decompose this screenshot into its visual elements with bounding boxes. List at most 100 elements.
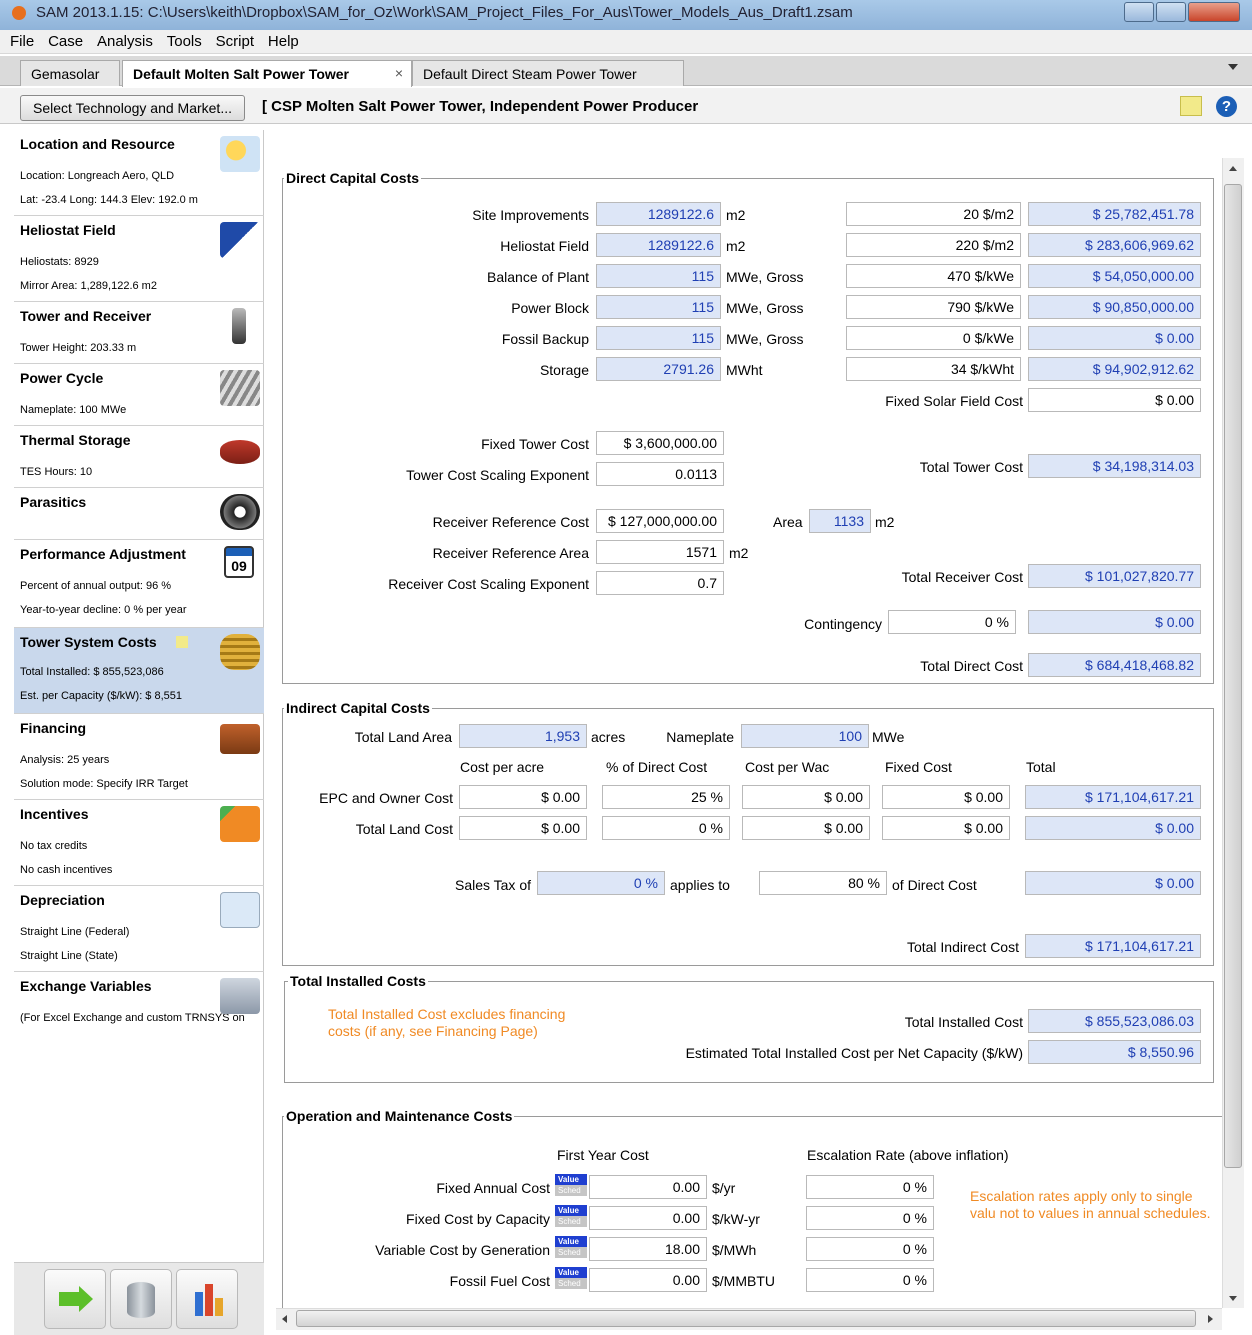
fixed-tower-cost-input[interactable]: $ 3,600,000.00 bbox=[596, 431, 724, 455]
sidebar-item-detail: Percent of annual output: 96 % bbox=[20, 580, 172, 592]
results-button[interactable] bbox=[176, 1269, 238, 1329]
tab-gemasolar[interactable]: Gemasolar bbox=[20, 60, 120, 86]
epc-fixed-cost-input[interactable]: $ 0.00 bbox=[882, 785, 1010, 809]
fixed-cost-by-capacity-escalation-input[interactable]: 0 % bbox=[806, 1206, 934, 1230]
land-cost-per-acre-input[interactable]: $ 0.00 bbox=[459, 816, 587, 840]
column-fixed-cost: Fixed Cost bbox=[885, 759, 952, 775]
fossil-backup-label: Fossil Backup bbox=[501, 331, 589, 347]
app-icon bbox=[12, 6, 26, 20]
value-schedule-toggle[interactable]: Value Sched bbox=[555, 1267, 587, 1289]
sidebar-item-detail: Location: Longreach Aero, QLD bbox=[20, 170, 175, 182]
variable-cost-by-generation-escalation-input[interactable]: 0 % bbox=[806, 1237, 934, 1261]
value-tag: Value bbox=[555, 1174, 587, 1185]
land-cost-per-wac-input[interactable]: $ 0.00 bbox=[742, 816, 870, 840]
sidebar-item-incentives[interactable]: Incentives No tax credits No cash incent… bbox=[14, 800, 264, 886]
fixed-cost-by-capacity-input[interactable]: 0.00 bbox=[589, 1206, 707, 1230]
menu-script[interactable]: Script bbox=[216, 33, 254, 50]
menu-tools[interactable]: Tools bbox=[167, 33, 202, 50]
scroll-up-icon[interactable] bbox=[1229, 166, 1237, 171]
receiver-cost-scaling-exponent-label: Receiver Cost Scaling Exponent bbox=[388, 576, 589, 592]
tab-list-dropdown-icon[interactable] bbox=[1228, 64, 1238, 70]
storage-rate-input[interactable]: 34 $/kWht bbox=[846, 357, 1021, 381]
arrow-right-icon bbox=[59, 1292, 79, 1306]
vertical-scroll-thumb[interactable] bbox=[1224, 184, 1242, 1168]
site-improvements-rate-input[interactable]: 20 $/m2 bbox=[846, 202, 1021, 226]
land-fixed-cost-input[interactable]: $ 0.00 bbox=[882, 816, 1010, 840]
value-schedule-toggle[interactable]: Value Sched bbox=[555, 1236, 587, 1258]
receiver-cost-scaling-exponent-input[interactable]: 0.7 bbox=[596, 571, 724, 595]
heliostat-field-total: $ 283,606,969.62 bbox=[1028, 233, 1201, 257]
fossil-fuel-cost-escalation-input[interactable]: 0 % bbox=[806, 1268, 934, 1292]
tab-molten-salt-power-tower[interactable]: Default Molten Salt Power Tower × bbox=[122, 60, 412, 87]
close-window-button[interactable] bbox=[1188, 2, 1240, 22]
sidebar-item-parasitics[interactable]: Parasitics bbox=[14, 488, 264, 540]
sidebar-item-depreciation[interactable]: Depreciation Straight Line (Federal) Str… bbox=[14, 886, 264, 972]
scroll-left-icon[interactable] bbox=[282, 1315, 287, 1323]
fixed-solar-field-cost-input[interactable]: $ 0.00 bbox=[1028, 388, 1201, 412]
variable-cost-by-generation-input[interactable]: 18.00 bbox=[589, 1237, 707, 1261]
fossil-backup-rate-input[interactable]: 0 $/kWe bbox=[846, 326, 1021, 350]
help-icon[interactable]: ? bbox=[1216, 96, 1237, 117]
horizontal-scroll-thumb[interactable] bbox=[296, 1310, 1196, 1327]
menu-help[interactable]: Help bbox=[268, 33, 299, 50]
receiver-reference-area-input[interactable]: 1571 bbox=[596, 540, 724, 564]
indirect-capital-costs-title: Indirect Capital Costs bbox=[284, 700, 432, 716]
value-schedule-toggle[interactable]: Value Sched bbox=[555, 1174, 587, 1196]
window-title-bar: SAM 2013.1.15: C:\Users\keith\Dropbox\SA… bbox=[0, 0, 1252, 30]
run-simulation-button[interactable] bbox=[44, 1269, 106, 1329]
storage-total: $ 94,902,912.62 bbox=[1028, 357, 1201, 381]
total-installed-costs-title: Total Installed Costs bbox=[288, 973, 428, 989]
power-block-label: Power Block bbox=[511, 300, 589, 316]
sidebar-item-title: Tower System Costs bbox=[20, 634, 157, 650]
sidebar-item-heliostat-field[interactable]: Heliostat Field Heliostats: 8929 Mirror … bbox=[14, 216, 264, 302]
case-tab-bar: Gemasolar Default Molten Salt Power Towe… bbox=[0, 56, 1252, 87]
sales-tax-applies-input[interactable]: 80 % bbox=[759, 871, 887, 895]
parametrics-button[interactable] bbox=[110, 1269, 172, 1329]
menu-case[interactable]: Case bbox=[48, 33, 83, 50]
fixed-annual-cost-input[interactable]: 0.00 bbox=[589, 1175, 707, 1199]
sidebar-item-tower-system-costs[interactable]: Tower System Costs Total Installed: $ 85… bbox=[14, 628, 264, 714]
land-percent-direct-input[interactable]: 0 % bbox=[602, 816, 730, 840]
contingency-input[interactable]: 0 % bbox=[888, 610, 1016, 634]
epc-cost-per-acre-input[interactable]: $ 0.00 bbox=[459, 785, 587, 809]
carrot-icon bbox=[220, 806, 260, 842]
sidebar-item-performance-adjustment[interactable]: Performance Adjustment Percent of annual… bbox=[14, 540, 264, 628]
value-schedule-toggle[interactable]: Value Sched bbox=[555, 1205, 587, 1227]
notes-icon[interactable] bbox=[1180, 96, 1202, 116]
sidebar-item-tower-receiver[interactable]: Tower and Receiver Tower Height: 203.33 … bbox=[14, 302, 264, 364]
close-icon[interactable]: × bbox=[395, 65, 403, 81]
sales-tax-rate: 0 % bbox=[537, 871, 665, 895]
fossil-fuel-cost-input[interactable]: 0.00 bbox=[589, 1268, 707, 1292]
sidebar-item-exchange-variables[interactable]: Exchange Variables (For Excel Exchange a… bbox=[14, 972, 264, 1052]
sidebar-item-power-cycle[interactable]: Power Cycle Nameplate: 100 MWe bbox=[14, 364, 264, 426]
storage-qty: 2791.26 bbox=[596, 357, 721, 381]
sidebar-item-title: Thermal Storage bbox=[20, 432, 131, 448]
sidebar-item-detail: Tower Height: 203.33 m bbox=[20, 342, 137, 354]
bar-chart-icon bbox=[205, 1284, 213, 1316]
balance-of-plant-total: $ 54,050,000.00 bbox=[1028, 264, 1201, 288]
select-technology-button[interactable]: Select Technology and Market... bbox=[20, 95, 245, 121]
power-block-rate-input[interactable]: 790 $/kWe bbox=[846, 295, 1021, 319]
sidebar-item-thermal-storage[interactable]: Thermal Storage TES Hours: 10 bbox=[14, 426, 264, 488]
scroll-down-icon[interactable] bbox=[1229, 1296, 1237, 1301]
tab-direct-steam-power-tower[interactable]: Default Direct Steam Power Tower bbox=[412, 60, 684, 86]
heliostat-field-rate-input[interactable]: 220 $/m2 bbox=[846, 233, 1021, 257]
receiver-reference-cost-input[interactable]: $ 127,000,000.00 bbox=[596, 509, 724, 533]
sidebar-item-location-resource[interactable]: Location and Resource Location: Longreac… bbox=[14, 130, 264, 216]
minimize-button[interactable] bbox=[1124, 2, 1154, 22]
value-tag: Value bbox=[555, 1236, 587, 1247]
epc-cost-per-wac-input[interactable]: $ 0.00 bbox=[742, 785, 870, 809]
bar-chart-icon bbox=[195, 1292, 203, 1316]
sidebar-item-financing[interactable]: Financing Analysis: 25 years Solution mo… bbox=[14, 714, 264, 800]
receiver-area: 1133 bbox=[809, 509, 871, 533]
menu-file[interactable]: File bbox=[10, 33, 34, 50]
fixed-annual-cost-escalation-input[interactable]: 0 % bbox=[806, 1175, 934, 1199]
balance-of-plant-label: Balance of Plant bbox=[487, 269, 589, 285]
balance-of-plant-rate-input[interactable]: 470 $/kWe bbox=[846, 264, 1021, 288]
power-block-total: $ 90,850,000.00 bbox=[1028, 295, 1201, 319]
epc-percent-direct-input[interactable]: 25 % bbox=[602, 785, 730, 809]
scroll-right-icon[interactable] bbox=[1208, 1315, 1213, 1323]
maximize-button[interactable] bbox=[1156, 2, 1186, 22]
menu-analysis[interactable]: Analysis bbox=[97, 33, 153, 50]
tower-cost-scaling-exponent-input[interactable]: 0.0113 bbox=[596, 462, 724, 486]
